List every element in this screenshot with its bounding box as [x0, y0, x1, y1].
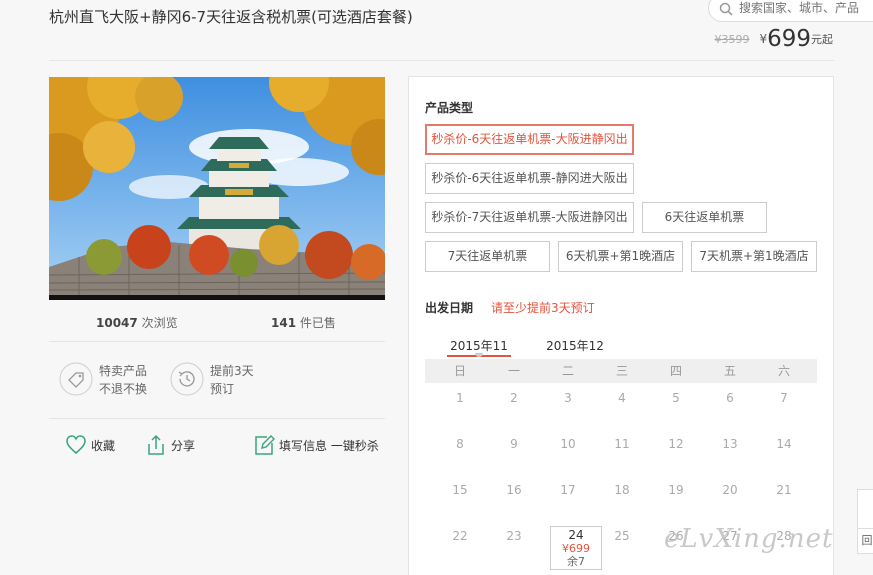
calendar-day: 5 [672, 391, 680, 405]
calendar-day: 6 [726, 391, 734, 405]
share-label: 分享 [171, 439, 196, 453]
page-title: 杭州直飞大阪+静冈6-7天往返含税机票(可选酒店套餐) [49, 8, 413, 26]
calendar-day: 22 [452, 529, 468, 543]
calendar-day: 7 [780, 391, 788, 405]
divider [49, 60, 834, 61]
search-box[interactable] [708, 0, 873, 22]
share-icon [148, 434, 164, 455]
product-option[interactable]: 7天机票+第1晚酒店 [691, 241, 817, 272]
calendar-day: 18 [614, 483, 630, 497]
product-option[interactable]: 秒杀价-6天往返单机票-大阪进静冈出 [425, 124, 634, 155]
product-option[interactable]: 秒杀价-7天往返单机票-大阪进静冈出 [425, 202, 634, 233]
weekday: 四 [669, 364, 682, 378]
calendar-day: 25 [614, 529, 630, 543]
edit-icon [255, 435, 275, 455]
product-option[interactable]: 6天往返单机票 [642, 202, 767, 233]
calendar-day: 10 [560, 437, 576, 451]
weekday: 三 [615, 364, 628, 378]
osaka-castle-image [49, 77, 385, 300]
calendar-day: 21 [776, 483, 792, 497]
divider [49, 418, 385, 419]
side-tab-label[interactable]: 回 [857, 528, 873, 554]
product-option[interactable]: 6天机票+第1晚酒店 [558, 241, 683, 272]
search-icon [719, 2, 733, 16]
feature-line2: 预订 [210, 382, 235, 396]
weekday: 五 [723, 364, 736, 378]
calendar-day: 1 [456, 391, 464, 405]
side-tab[interactable] [857, 489, 873, 533]
feature-line2: 不退不换 [99, 382, 148, 396]
calendar-day: 15 [452, 483, 468, 497]
weekday: 六 [777, 364, 790, 378]
currency-symbol: ¥ [759, 32, 768, 46]
product-type-label: 产品类型 [425, 101, 474, 115]
calendar-day: 19 [668, 483, 684, 497]
day-remaining: 余7 [567, 555, 585, 568]
product-option[interactable]: 秒杀价-6天往返单机票-静冈进大阪出 [425, 163, 634, 194]
calendar-day: 4 [618, 391, 626, 405]
sold-count: 141 [271, 316, 297, 330]
month-tab-dec[interactable]: 2015年12 [543, 337, 607, 354]
weekday: 一 [507, 364, 520, 378]
booking-hint: 请至少提前3天预订 [491, 301, 595, 315]
product-option[interactable]: 7天往返单机票 [425, 241, 550, 272]
page: 杭州直飞大阪+静冈6-7天往返含税机票(可选酒店套餐) ¥3599¥699元起 [0, 0, 873, 575]
feature-line1: 提前3天 [210, 364, 254, 378]
calendar-day: 3 [564, 391, 572, 405]
heart-icon [66, 435, 86, 454]
product-photo [49, 77, 385, 300]
original-price: ¥3599 [714, 32, 750, 46]
price-unit: 元起 [811, 33, 833, 46]
views-count: 10047 [96, 316, 138, 330]
calendar-day: 12 [668, 437, 684, 451]
tag-icon [59, 362, 93, 396]
calendar-day: 16 [506, 483, 522, 497]
calendar-day: 13 [722, 437, 738, 451]
departure-date-label: 出发日期 [425, 301, 474, 315]
watermark: eLvXing.net [664, 524, 834, 554]
calendar-day: 14 [776, 437, 792, 451]
calendar-day: 17 [560, 483, 576, 497]
search-input[interactable] [739, 0, 873, 17]
price-block: ¥3599 ¥699元起 [714, 26, 833, 52]
views-label: 次浏览 [141, 316, 178, 330]
calendar-day: 20 [722, 483, 738, 497]
views-stat: 10047 次浏览 [96, 314, 178, 331]
sold-stat: 141 件已售 [271, 314, 336, 331]
day-price: ¥699 [562, 542, 590, 555]
favorite-label: 收藏 [91, 439, 116, 453]
divider [49, 341, 385, 342]
feature-line1: 特卖产品 [99, 364, 148, 378]
calendar-day: 23 [506, 529, 522, 543]
calendar-day: 11 [614, 437, 630, 451]
calendar-day: 2 [510, 391, 518, 405]
fill-info-label: 填写信息 一键秒杀 [279, 439, 379, 453]
current-price: 699 [767, 26, 811, 52]
calendar-day: 8 [456, 437, 464, 451]
weekday: 二 [561, 364, 574, 378]
weekday: 日 [453, 364, 466, 378]
weekday-header: 日 一 二 三 四 五 六 [425, 359, 817, 383]
calendar-day: 9 [510, 437, 518, 451]
sold-label: 件已售 [299, 316, 336, 330]
clock-history-icon [170, 362, 204, 396]
